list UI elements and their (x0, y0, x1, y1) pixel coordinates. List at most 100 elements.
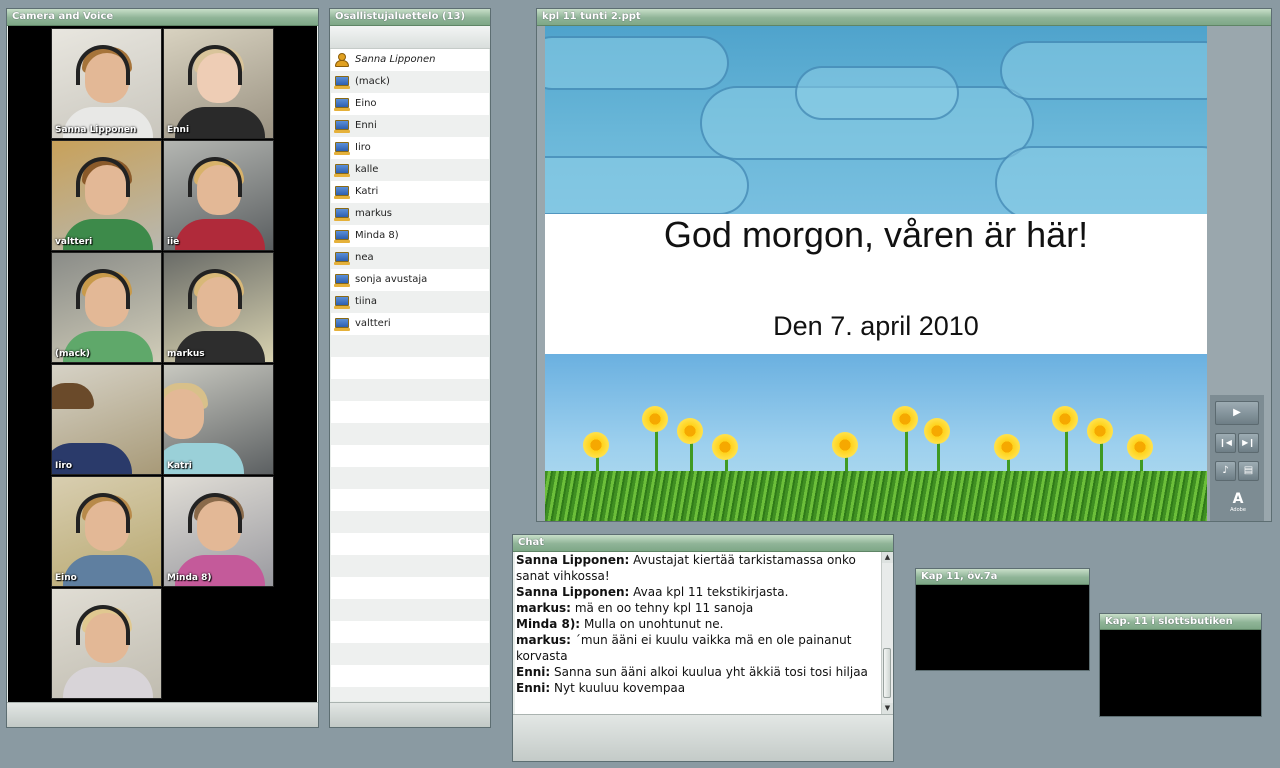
chat-message: Enni: Nyt kuuluu kovempaa (516, 680, 882, 696)
chat-sender: markus: (516, 601, 571, 615)
camera-grid: Sanna Lipponen Enni valtteri iie (mack) … (8, 26, 317, 702)
attendee-row[interactable]: kalle (331, 159, 489, 181)
video-pod-1-title[interactable]: Kap 11, öv.7a (916, 569, 1089, 585)
camera-voice-pod: Camera and Voice Sanna Lipponen Enni val… (6, 8, 319, 728)
attendee-row[interactable]: Eino (331, 93, 489, 115)
attendee-toolbar (330, 26, 490, 49)
video-tile[interactable]: Katri (163, 364, 274, 475)
participant-icon (334, 97, 350, 111)
speaker-icon: ♪ (1222, 465, 1229, 476)
attendee-name: (mack) (355, 76, 390, 87)
video-tile[interactable]: valtteri (51, 140, 162, 251)
options-button[interactable]: ▤ (1238, 461, 1259, 481)
video-tile-name: Iiro (55, 461, 73, 471)
scroll-thumb[interactable] (883, 648, 891, 698)
attendee-name: Sanna Lipponen (355, 54, 436, 65)
chat-message: markus: ´mun ääni ei kuulu vaikka mä en … (516, 632, 882, 664)
presentation-controls: ▶ ❙◀ ▶❙ ♪ ▤ A Adobe (1210, 395, 1264, 521)
video-tile-name: Enni (167, 125, 190, 135)
video-tile-name: (mack) (55, 349, 90, 359)
video-tile-name: markus (167, 349, 205, 359)
previous-slide-button[interactable]: ❙◀ (1215, 433, 1236, 453)
participant-icon (334, 229, 350, 243)
video-tile[interactable]: (mack) (51, 252, 162, 363)
attendee-name: Enni (355, 120, 377, 131)
play-icon: ▶ (1233, 407, 1241, 418)
participant-icon (334, 119, 350, 133)
attendee-name: markus (355, 208, 393, 219)
video-tile[interactable] (51, 588, 162, 699)
participant-icon (334, 273, 350, 287)
attendee-row[interactable]: Iiro (331, 137, 489, 159)
attendee-row[interactable]: valtteri (331, 313, 489, 335)
attendee-row[interactable]: markus (331, 203, 489, 225)
attendee-name: Iiro (355, 142, 371, 153)
share-pod-title[interactable]: kpl 11 tunti 2.ppt (537, 9, 1271, 26)
attendee-name: Eino (355, 98, 377, 109)
attendee-pod-title[interactable]: Osallistujaluettelo (13) (330, 9, 490, 26)
video-tile[interactable]: Sanna Lipponen (51, 28, 162, 139)
chat-message: markus: mä en oo tehny kpl 11 sanoja (516, 600, 882, 616)
video-tile[interactable]: Eino (51, 476, 162, 587)
attendee-name: Katri (355, 186, 379, 197)
chat-message: Enni: Sanna sun ääni alkoi kuulua yht äk… (516, 664, 882, 680)
chat-sender: markus: (516, 633, 571, 647)
chat-input-area[interactable] (513, 714, 893, 761)
next-slide-button[interactable]: ▶❙ (1238, 433, 1259, 453)
attendee-pod-footer (330, 702, 490, 727)
attendee-row[interactable]: Enni (331, 115, 489, 137)
attendee-row[interactable]: nea (331, 247, 489, 269)
slide-title: God morgon, våren är här! (663, 214, 1089, 255)
attendee-name: valtteri (355, 318, 391, 329)
video-tile-name: Minda 8) (167, 573, 212, 583)
chat-text: Nyt kuuluu kovempaa (554, 681, 686, 695)
participant-icon (334, 75, 350, 89)
attendee-row[interactable]: Katri (331, 181, 489, 203)
participant-icon (334, 207, 350, 221)
chat-message: Sanna Lipponen: Avaa kpl 11 tekstikirjas… (516, 584, 882, 600)
attendee-row[interactable]: Minda 8) (331, 225, 489, 247)
attendee-row[interactable]: (mack) (331, 71, 489, 93)
menu-icon: ▤ (1243, 465, 1254, 476)
attendee-row[interactable]: tiina (331, 291, 489, 313)
chat-sender: Minda 8): (516, 617, 581, 631)
chat-text: Mulla on unohtunut ne. (583, 617, 724, 631)
scroll-down-arrow-icon[interactable]: ▼ (882, 703, 893, 714)
attendee-name: kalle (355, 164, 379, 175)
chat-pod-title[interactable]: Chat (513, 535, 893, 552)
attendee-row[interactable]: sonja avustaja (331, 269, 489, 291)
previous-icon: ❙◀ (1219, 438, 1232, 447)
attendee-name: sonja avustaja (355, 274, 428, 285)
chat-text: Sanna sun ääni alkoi kuulua yht äkkiä to… (554, 665, 868, 679)
chat-scrollbar[interactable]: ▲ ▼ (881, 552, 893, 714)
video-tile[interactable]: markus (163, 252, 274, 363)
video-tile[interactable]: Enni (163, 28, 274, 139)
video-pod-2-title[interactable]: Kap. 11 i slottsbutiken (1100, 614, 1261, 630)
attendee-name: Minda 8) (355, 230, 399, 241)
video-tile-name: Sanna Lipponen (55, 125, 137, 135)
video-tile[interactable]: Iiro (51, 364, 162, 475)
attendee-row-host[interactable]: Sanna Lipponen (331, 49, 489, 71)
chat-sender: Sanna Lipponen: (516, 585, 630, 599)
volume-button[interactable]: ♪ (1215, 461, 1236, 481)
video-tile-name: iie (167, 237, 180, 247)
chat-sender: Enni: (516, 665, 551, 679)
next-icon: ▶❙ (1242, 438, 1255, 447)
participant-icon (334, 141, 350, 155)
chat-message: Minda 8): Mulla on unohtunut ne. (516, 616, 882, 632)
slide-flowers-image (545, 354, 1207, 521)
participant-icon (334, 163, 350, 177)
video-tile[interactable]: iie (163, 140, 274, 251)
participant-icon (334, 317, 350, 331)
chat-text: Avaa kpl 11 tekstikirjasta. (633, 585, 789, 599)
camera-pod-title[interactable]: Camera and Voice (7, 9, 318, 26)
chat-text: mä en oo tehny kpl 11 sanoja (574, 601, 754, 615)
share-pod: kpl 11 tunti 2.ppt God morgon, våren är … (536, 8, 1272, 522)
attendee-list-pod: Osallistujaluettelo (13) Sanna Lipponen … (329, 8, 491, 728)
chat-message: Sanna Lipponen: Avustajat kiertää tarkis… (516, 552, 882, 584)
scroll-up-arrow-icon[interactable]: ▲ (882, 552, 893, 563)
play-button[interactable]: ▶ (1215, 401, 1259, 425)
chat-pod: Chat Sanna Lipponen: Avustajat kiertää t… (512, 534, 894, 762)
video-tile-name: valtteri (55, 237, 93, 247)
video-tile[interactable]: Minda 8) (163, 476, 274, 587)
